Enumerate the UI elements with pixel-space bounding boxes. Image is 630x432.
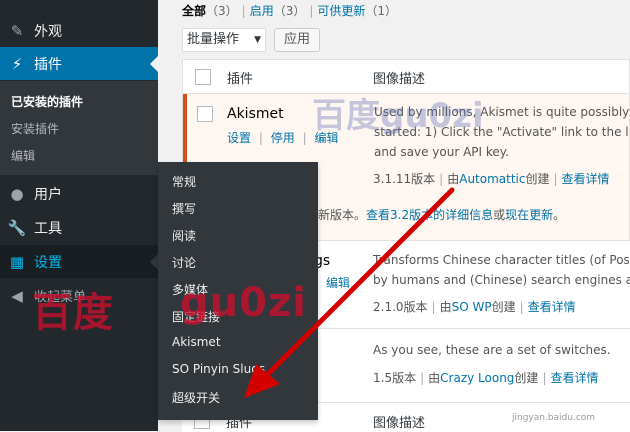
author-link[interactable]: Crazy Loong [440, 371, 514, 385]
update-now-link[interactable]: 现在更新 [505, 208, 553, 222]
menu-tools[interactable]: 🔧 工具 [0, 211, 158, 244]
menu-settings[interactable]: ▦ 设置 [0, 245, 158, 278]
col-description-footer: 图像描述 [373, 416, 426, 431]
filter-active-count: （3） [273, 4, 306, 18]
version-text: 1.5版本 [373, 371, 417, 385]
update-end: 。 [553, 208, 566, 222]
dropdown-caret-icon: ▼ [254, 35, 261, 45]
menu-settings-label: 设置 [34, 254, 62, 271]
menu-users-label: 用户 [34, 186, 62, 203]
action-divider: | [302, 131, 307, 145]
author-link[interactable]: SO WP [452, 300, 492, 314]
menu-appearance-label: 外观 [34, 23, 62, 40]
wrench-icon: 🔧 [7, 218, 27, 237]
col-plugin: 插件 [227, 72, 254, 87]
submenu-add-plugin[interactable]: 安装插件 [11, 120, 59, 137]
bulk-actions-select[interactable]: 批量操作 ▼ [182, 28, 266, 52]
action-divider: | [258, 131, 263, 145]
plugin-meta: 1.5版本 | 由Crazy Loong创建 | 查看详情 [373, 369, 599, 386]
admin-sidebar: ✎ 外观 ⚡ 插件 已安装的插件 安装插件 编辑 ● 用户 🔧 工具 ▦ 设置 … [0, 0, 158, 431]
action-deactivate[interactable]: 停用 [271, 131, 295, 145]
version-text: 3.1.11版本 [373, 172, 436, 186]
settings-submenu-item[interactable]: 讨论 [172, 254, 196, 271]
collapse-icon: ◀ [11, 286, 23, 305]
filter-divider: | [309, 4, 314, 18]
plugins-submenu: 已安装的插件 安装插件 编辑 [0, 81, 158, 175]
menu-appearance[interactable]: ✎ 外观 [0, 14, 158, 47]
meta-divider: | [431, 300, 436, 314]
filter-all-label: 全部 [182, 4, 207, 18]
view-details-link[interactable]: 查看详情 [550, 371, 598, 385]
version-text: 2.1.0版本 [373, 300, 428, 314]
by-text: 由 [439, 300, 452, 314]
update-prefix: 新版本。 [318, 208, 367, 222]
row-checkbox[interactable] [197, 106, 213, 122]
author-link[interactable]: Automattic [459, 172, 525, 186]
view-details-link[interactable]: 查看详情 [528, 300, 576, 314]
submenu-editor[interactable]: 编辑 [11, 147, 35, 164]
filter-updates[interactable]: 可供更新 [317, 4, 365, 18]
desc-line: As you see, these are a set of switches. [373, 343, 611, 357]
update-details-link[interactable]: 查看3.2版本的详细信息 [366, 208, 493, 222]
bulk-actions-value: 批量操作 [187, 32, 240, 47]
view-details-link[interactable]: 查看详情 [562, 172, 610, 186]
settings-submenu-item[interactable]: Akismet [172, 335, 221, 349]
settings-submenu-item[interactable]: 阅读 [172, 227, 196, 244]
menu-plugins[interactable]: ⚡ 插件 [0, 47, 158, 80]
plugin-name: Akismet [227, 106, 284, 122]
menu-users[interactable]: ● 用户 [0, 177, 158, 210]
settings-submenu-item[interactable]: 撰写 [172, 200, 196, 217]
created-text: 创建 [491, 300, 516, 314]
filter-divider: | [241, 4, 246, 18]
plugin-meta: 2.1.0版本 | 由SO WP创建 | 查看详情 [373, 298, 576, 315]
update-or: 或 [493, 208, 506, 222]
menu-plugins-label: 插件 [34, 56, 62, 73]
by-text: 由 [447, 172, 460, 186]
filter-active[interactable]: 启用 [250, 4, 274, 18]
created-text: 创建 [525, 172, 550, 186]
plugin-description: Transforms Chinese character titles (of … [373, 250, 630, 290]
filter-all[interactable]: 全部 [182, 4, 206, 18]
user-icon: ● [10, 184, 24, 203]
current-arrow [150, 56, 158, 72]
settings-submenu-item[interactable]: 超级开关 [172, 389, 220, 406]
desc-line: Transforms Chinese character titles (of … [373, 253, 630, 267]
meta-divider: | [542, 371, 547, 385]
desc-line: by humans and (Chinese) search engines a… [373, 273, 630, 287]
apply-button[interactable]: 应用 [274, 28, 320, 52]
meta-divider: | [519, 300, 524, 314]
status-filters: 全部（3） | 启用（3） | 可供更新（1） [182, 2, 397, 19]
paintbrush-icon: ✎ [10, 21, 24, 40]
settings-submenu-item[interactable]: 常规 [172, 173, 196, 190]
menu-tools-label: 工具 [34, 220, 62, 237]
meta-divider: | [439, 172, 444, 186]
created-text: 创建 [514, 371, 539, 385]
akismet-meta: 3.1.11版本 | 由Automattic创建 | 查看详情 [373, 170, 610, 187]
meta-divider: | [553, 172, 558, 186]
settings-icon: ▦ [9, 252, 25, 271]
watermark-baidu: 百度 [32, 290, 114, 336]
watermark-gu0zi: gu0zi [180, 280, 307, 326]
action-settings[interactable]: 设置 [227, 131, 251, 145]
select-all-checkbox[interactable] [195, 69, 211, 85]
filter-updates-label: 可供更新 [317, 4, 366, 18]
update-notice: 新版本。查看3.2版本的详细信息或现在更新。 [318, 206, 565, 223]
plugin-icon: ⚡ [11, 54, 23, 73]
plugin-description: As you see, these are a set of switches. [373, 340, 611, 360]
flyout-arrow [150, 254, 158, 270]
action-edit[interactable]: 编辑 [326, 274, 350, 291]
watermark-site: jingyan.baidu.com [512, 413, 596, 423]
filter-updates-count: （1） [365, 4, 398, 18]
watermark-brand: 百度gu0zi [312, 96, 484, 136]
desc-line: and save your API key. [374, 145, 509, 159]
col-description: 图像描述 [373, 72, 426, 87]
meta-divider: | [420, 371, 425, 385]
submenu-installed-plugins[interactable]: 已安装的插件 [11, 93, 83, 110]
filter-all-count: （3） [206, 4, 238, 18]
filter-active-label: 启用 [249, 4, 274, 18]
by-text: 由 [428, 371, 441, 385]
settings-submenu-item[interactable]: SO Pinyin Slugs [172, 362, 265, 376]
